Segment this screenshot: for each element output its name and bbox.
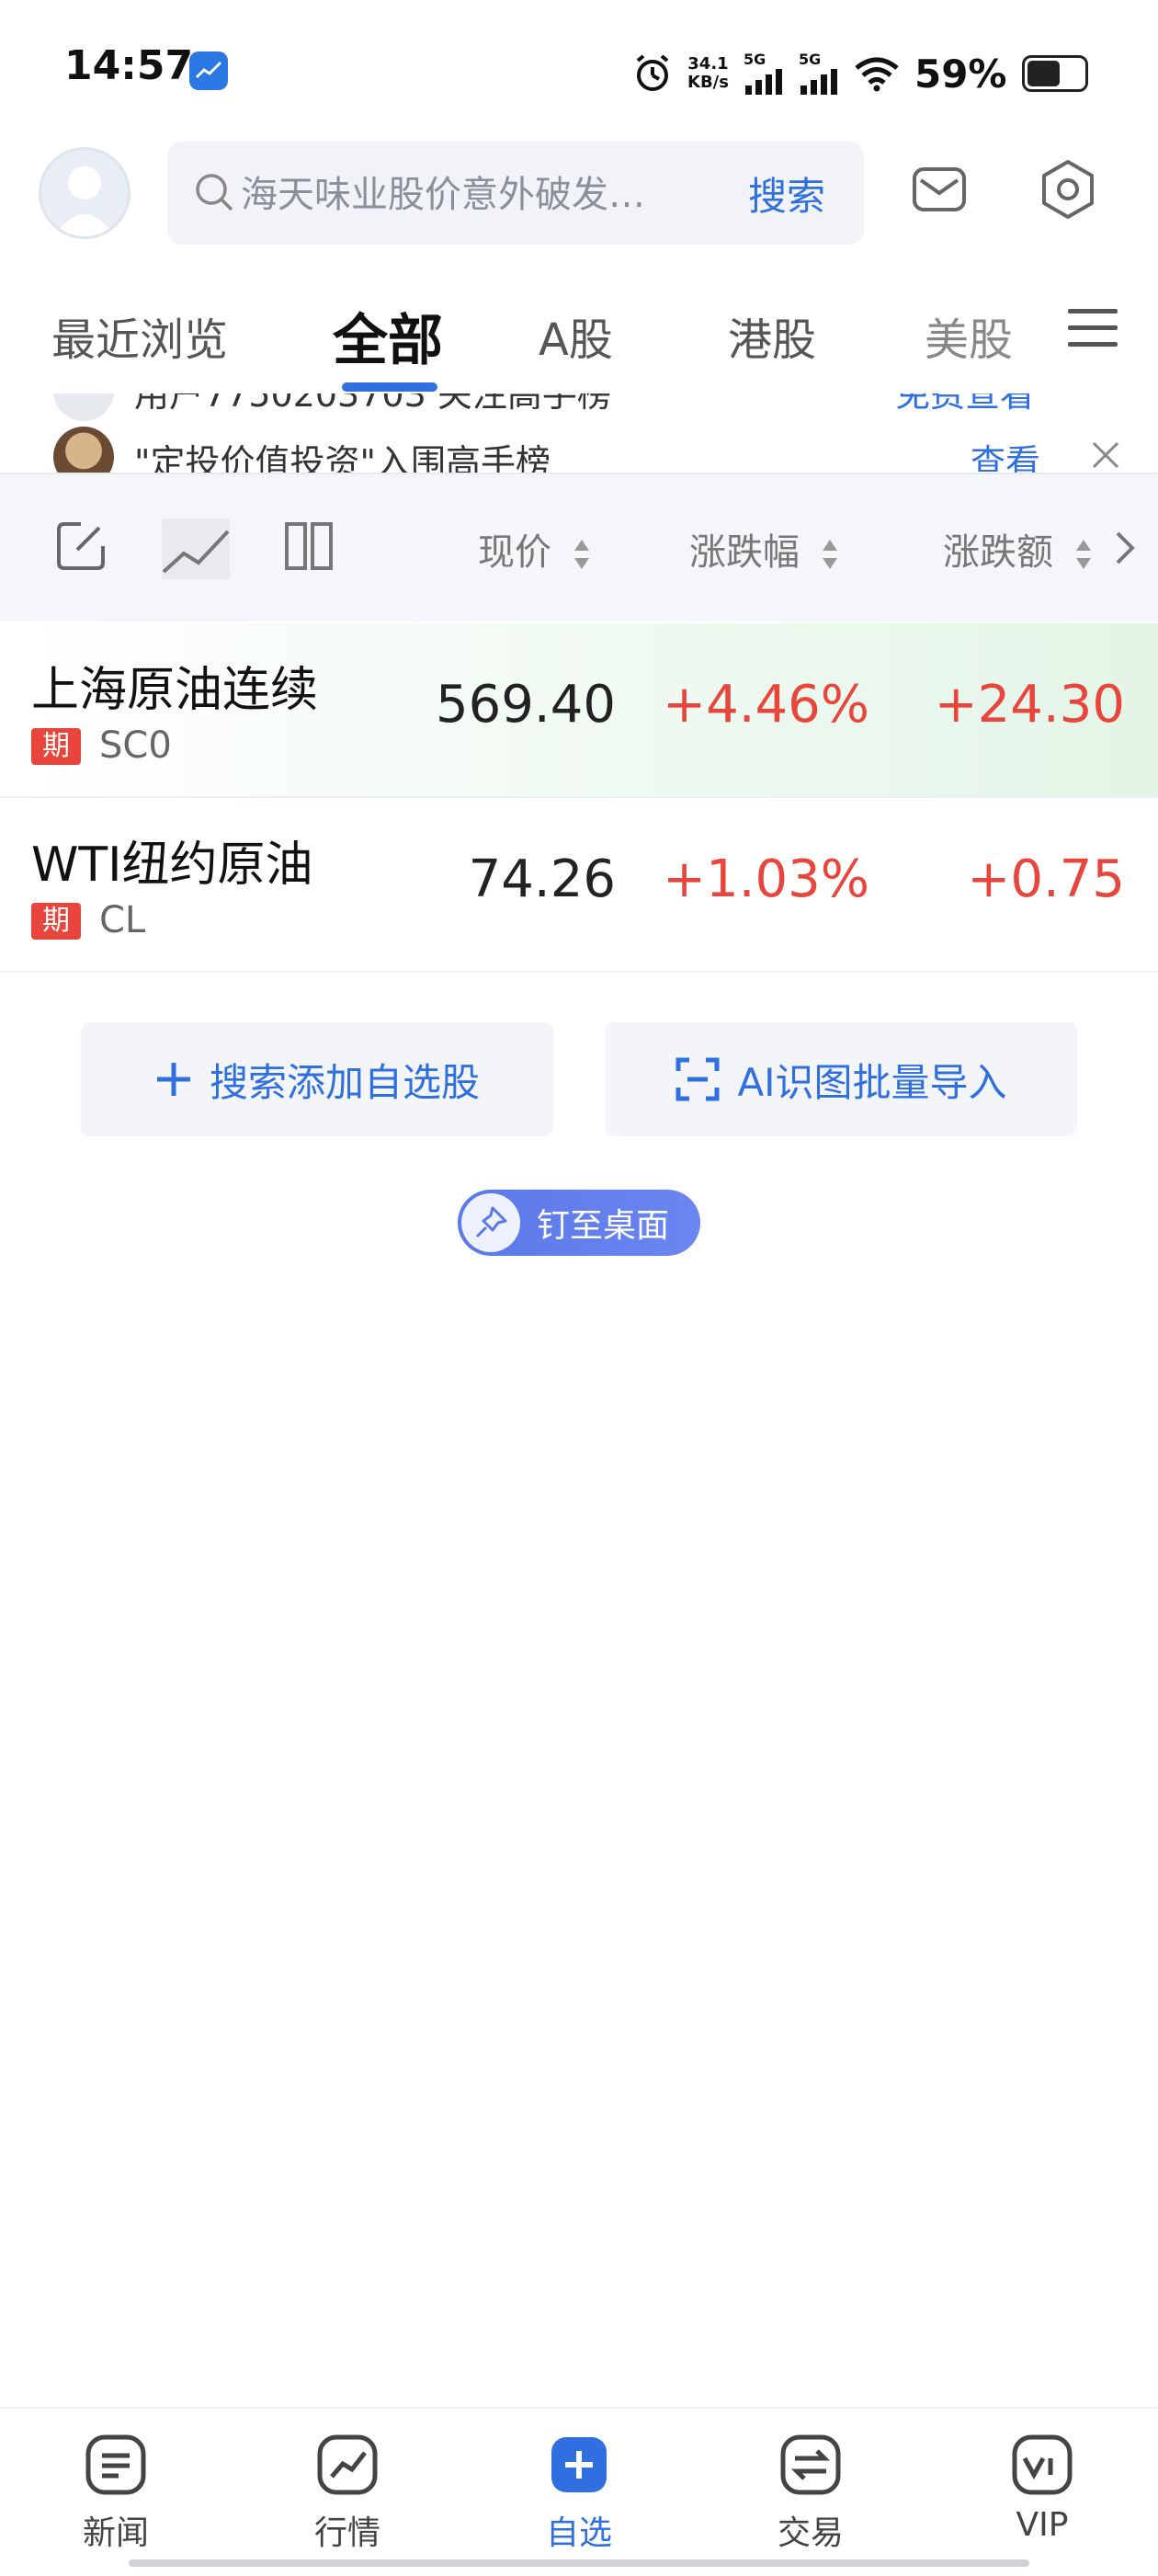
status-time: 14:57	[64, 42, 194, 89]
wifi-icon	[855, 57, 899, 92]
tab-us-shares[interactable]: 美股	[925, 303, 1013, 368]
signal-bars-icon	[744, 69, 782, 95]
change-amount: +24.30	[934, 675, 1125, 735]
futures-badge: 期	[31, 728, 81, 765]
close-icon[interactable]	[1090, 439, 1121, 471]
search-button[interactable]: 搜索	[748, 165, 825, 222]
ai-import-label: AI识图批量导入	[737, 1059, 1007, 1105]
column-view-icon[interactable]	[283, 520, 335, 572]
nav-watchlist[interactable]: 自选	[505, 2433, 653, 2554]
vip-icon	[1012, 2434, 1073, 2495]
notice-action-link[interactable]: 查看	[971, 434, 1040, 473]
pin-label: 钉至桌面	[537, 1207, 670, 1245]
market-tabs: 最近浏览 全部 A股 港股 美股	[0, 276, 1158, 395]
battery-icon	[1021, 55, 1088, 92]
news-icon	[85, 2434, 146, 2495]
column-change-amt[interactable]: 涨跌额	[943, 522, 1093, 576]
signal-2: 5G	[799, 52, 839, 95]
signal-1: 5G	[744, 52, 784, 95]
column-price[interactable]: 现价	[478, 522, 591, 576]
pin-to-desktop-button[interactable]: 钉至桌面	[458, 1190, 700, 1256]
alarm-icon	[636, 54, 669, 91]
instrument-code: CL	[99, 899, 146, 941]
active-tab-indicator	[342, 382, 437, 392]
chart-view-icon[interactable]	[162, 519, 230, 579]
tab-a-shares[interactable]: A股	[539, 303, 613, 368]
change-amount: +0.75	[967, 849, 1125, 909]
market-chart-icon	[317, 2434, 378, 2495]
instrument-name: WTI纽约原油	[31, 838, 313, 893]
ai-import-button[interactable]: AI识图批量导入	[605, 1022, 1077, 1136]
notice-item[interactable]: 用户7750203703 关注高手榜 免费查看	[0, 393, 1158, 423]
notice-avatar	[53, 427, 114, 473]
table-row[interactable]: 上海原油连续 期 SC0 569.40 +4.46% +24.30	[0, 623, 1158, 798]
signal-bars-icon	[800, 69, 837, 95]
column-change-pct[interactable]: 涨跌幅	[689, 522, 839, 576]
gesture-bar	[129, 2559, 1029, 2567]
status-bar: 14:57 34.1 KB/s 5G 5G 59%	[0, 0, 1158, 138]
nav-news[interactable]: 新闻	[42, 2433, 189, 2554]
tab-all[interactable]: 全部	[333, 296, 443, 376]
current-price: 74.26	[468, 849, 616, 909]
status-indicators: 34.1 KB/s 5G 5G 59%	[632, 46, 1088, 101]
sort-icon	[1075, 540, 1091, 569]
change-percent: +1.03%	[663, 849, 869, 909]
search-input[interactable]	[241, 167, 719, 222]
bottom-navigation: 新闻 行情 自选 交易 VIP	[0, 2407, 1158, 2576]
notice-text: 用户7750203703 关注高手榜	[134, 393, 612, 415]
tab-hk-shares[interactable]: 港股	[728, 303, 816, 368]
pin-icon	[475, 1206, 507, 1238]
nav-market[interactable]: 行情	[274, 2433, 421, 2554]
app-notification-icon	[189, 51, 228, 90]
notice-action-link[interactable]: 免费查看	[895, 393, 1035, 416]
notice-avatar	[53, 393, 114, 421]
plus-icon	[156, 1063, 190, 1096]
network-speed: 34.1 KB/s	[687, 54, 729, 92]
exchange-icon	[780, 2434, 841, 2495]
mail-icon[interactable]	[910, 160, 969, 219]
notice-ticker: 用户7750203703 关注高手榜 免费查看 "定投价值投资"入围高手榜 查看	[0, 393, 1158, 474]
sort-icon	[573, 540, 589, 569]
add-icon	[551, 2437, 607, 2492]
table-header: 现价 涨跌幅 涨跌额	[0, 474, 1158, 621]
notice-item[interactable]: "定投价值投资"入围高手榜 查看	[0, 427, 1158, 474]
nav-vip[interactable]: VIP	[969, 2433, 1116, 2544]
instrument-code: SC0	[99, 724, 172, 767]
current-price: 569.40	[436, 675, 616, 735]
menu-icon[interactable]	[1068, 307, 1118, 349]
instrument-name: 上海原油连续	[31, 663, 319, 718]
chevron-right-icon[interactable]	[1114, 530, 1136, 566]
change-percent: +4.46%	[663, 675, 869, 735]
notice-text: "定投价值投资"入围高手榜	[134, 442, 551, 474]
table-row[interactable]: WTI纽约原油 期 CL 74.26 +1.03% +0.75	[0, 798, 1158, 973]
search-add-label: 搜索添加自选股	[209, 1059, 480, 1105]
nav-trade[interactable]: 交易	[737, 2433, 884, 2554]
tab-recent[interactable]: 最近浏览	[51, 303, 228, 368]
sort-icon	[822, 540, 837, 569]
search-icon	[196, 174, 233, 211]
avatar[interactable]	[39, 147, 131, 239]
futures-badge: 期	[31, 903, 81, 940]
search-add-stock-button[interactable]: 搜索添加自选股	[81, 1022, 553, 1136]
scan-icon	[676, 1057, 720, 1101]
edit-icon[interactable]	[53, 519, 108, 574]
settings-icon[interactable]	[1037, 158, 1099, 221]
battery-percent: 59%	[914, 51, 1007, 97]
